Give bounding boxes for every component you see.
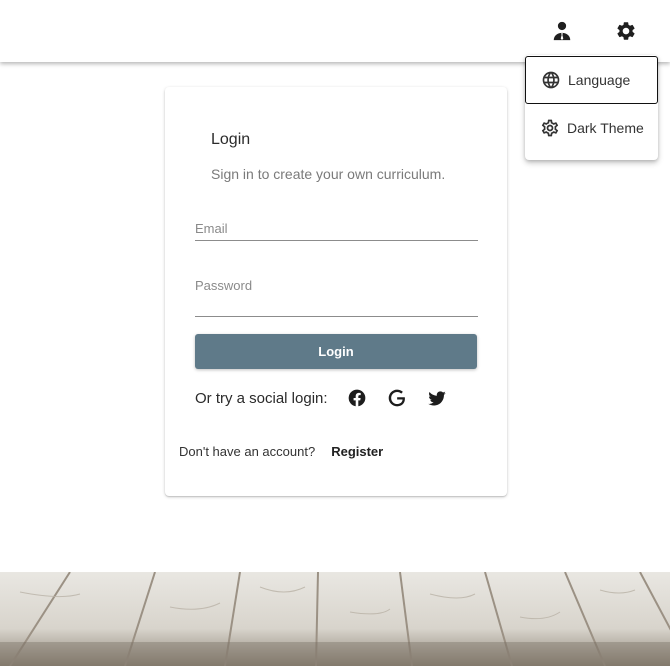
wooden-planks-graphic (0, 572, 670, 666)
facebook-login-button[interactable] (346, 387, 368, 409)
top-app-bar (0, 0, 670, 62)
login-title: Login (211, 131, 251, 148)
register-row: Don't have an account? Register (179, 444, 383, 459)
menu-item-language[interactable]: Language (525, 56, 658, 104)
wooden-floor-image (0, 572, 670, 666)
email-field-wrapper (195, 220, 478, 241)
twitter-login-button[interactable] (426, 387, 448, 409)
gear-icon (617, 22, 635, 40)
settings-button[interactable] (608, 13, 644, 49)
login-button[interactable]: Login (195, 334, 477, 369)
google-icon (388, 389, 405, 407)
register-link[interactable]: Register (331, 444, 383, 459)
settings-menu: Language Dark Theme (525, 55, 658, 160)
no-account-text: Don't have an account? (179, 444, 316, 459)
login-card: Login Sign in to create your own curricu… (165, 87, 507, 496)
menu-item-language-label: Language (568, 72, 631, 88)
google-login-button[interactable] (386, 387, 408, 409)
social-login-label: Or try a social login: (195, 389, 328, 407)
password-field-wrapper (195, 277, 478, 317)
person-icon (553, 21, 571, 41)
login-subtitle: Sign in to create your own curriculum. (211, 166, 446, 182)
email-field[interactable] (195, 221, 478, 236)
password-field[interactable] (195, 278, 478, 293)
menu-item-dark-theme-label: Dark Theme (567, 120, 644, 136)
globe-icon (542, 71, 560, 89)
account-button[interactable] (544, 13, 580, 49)
gear-outline-icon (541, 119, 559, 137)
menu-item-dark-theme[interactable]: Dark Theme (525, 104, 658, 152)
twitter-icon (427, 391, 446, 406)
social-login-row: Or try a social login: (195, 387, 466, 409)
facebook-icon (348, 389, 365, 407)
